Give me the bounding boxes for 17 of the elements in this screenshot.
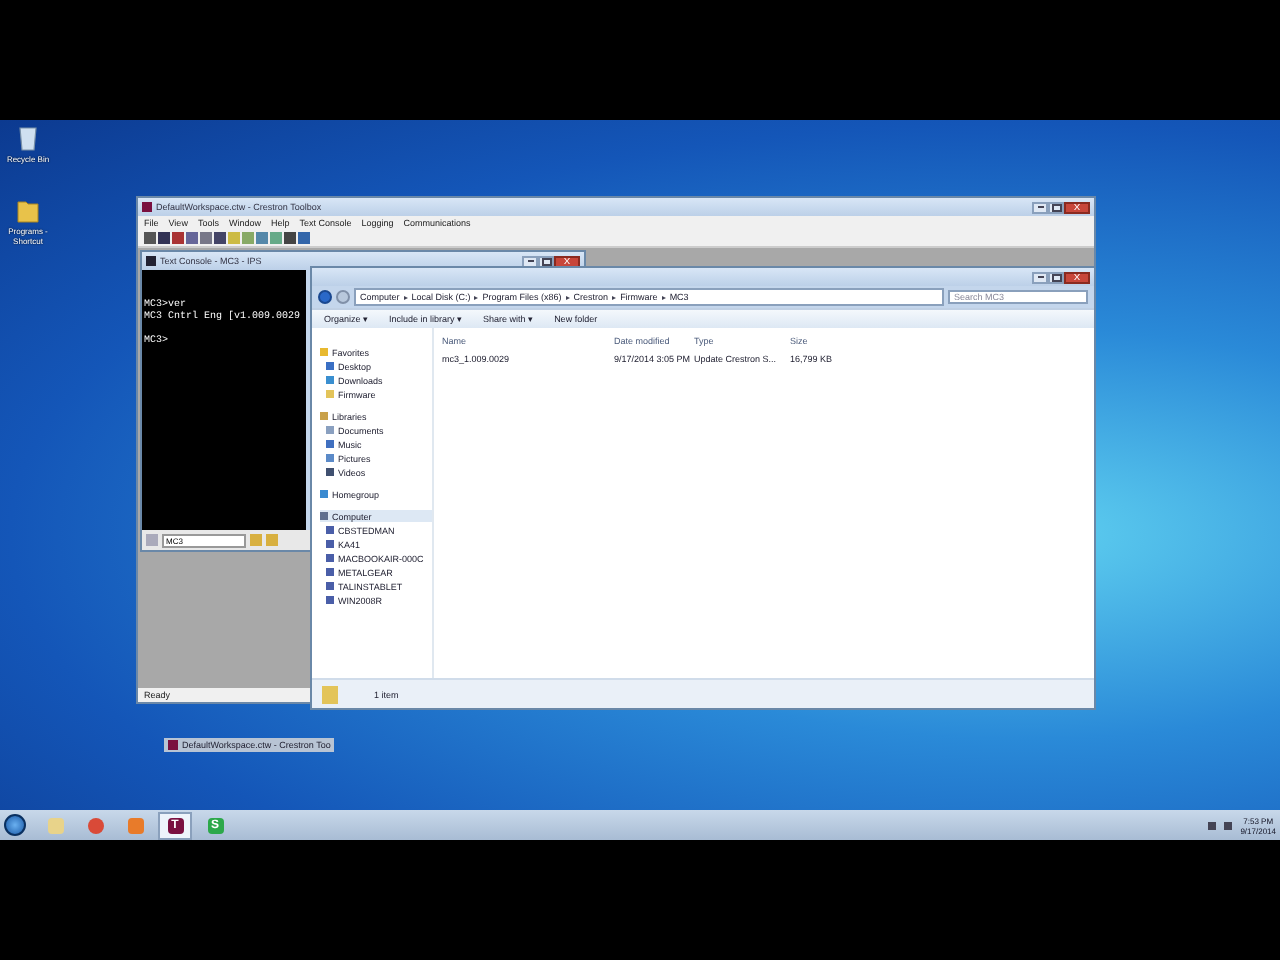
maximize-button[interactable] bbox=[1048, 271, 1064, 283]
console-icon bbox=[146, 256, 156, 266]
close-button[interactable] bbox=[1064, 201, 1090, 213]
console-icon bbox=[146, 534, 158, 546]
maximize-button[interactable] bbox=[1048, 201, 1064, 213]
close-button[interactable] bbox=[1064, 271, 1090, 283]
folder-icon bbox=[322, 685, 338, 703]
minimize-button[interactable] bbox=[1032, 271, 1048, 283]
minimize-button[interactable] bbox=[1032, 201, 1048, 213]
recycle-bin-icon[interactable] bbox=[16, 124, 40, 152]
minimize-button[interactable] bbox=[522, 255, 538, 267]
start-button[interactable] bbox=[4, 814, 26, 836]
app-icon bbox=[142, 202, 152, 212]
close-button[interactable] bbox=[554, 255, 580, 267]
back-button[interactable] bbox=[318, 290, 332, 304]
folder-icon[interactable] bbox=[16, 196, 40, 224]
maximize-button[interactable] bbox=[538, 255, 554, 267]
